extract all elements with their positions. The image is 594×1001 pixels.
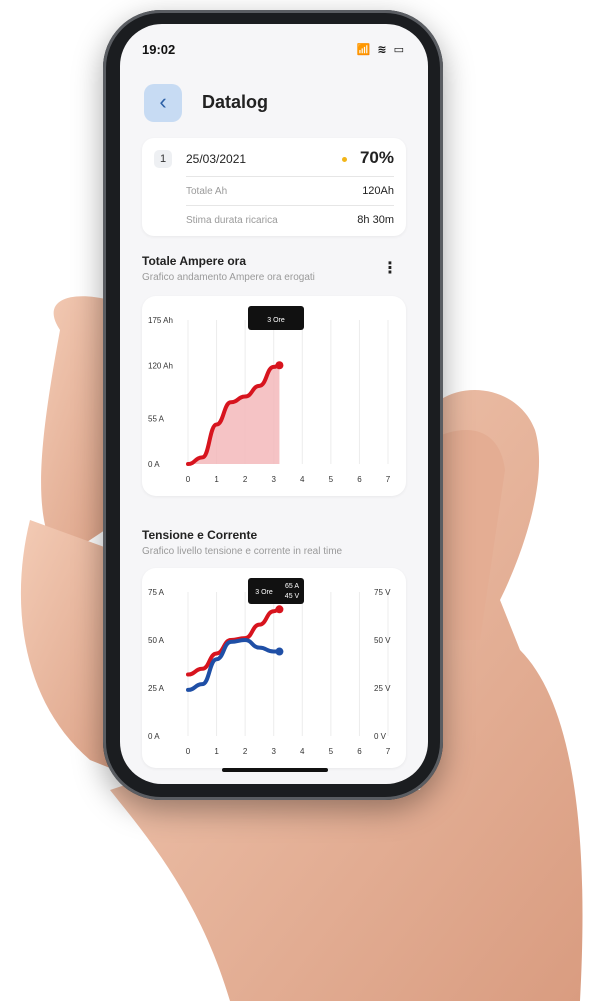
y-tick-label-left: 50 A	[148, 636, 165, 645]
chart-card-ah: 0 1 2 3 4 5 6 7 0 A 55 A 120 Ah 175 Ah 3 Ore	[142, 296, 406, 496]
y-tick-label: 55 A	[148, 415, 165, 424]
y-tick-label-right: 50 V	[374, 636, 391, 645]
x-tick-label: 7	[386, 475, 391, 484]
y-tick-label-left: 25 A	[148, 684, 165, 693]
page-title: Datalog	[202, 92, 269, 112]
row-label-estimate: Stima durata ricarica	[186, 215, 278, 226]
tooltip-label: 3 Ore	[267, 317, 285, 324]
chart-card-vc: 0 1 2 3 4 5 6 7 0 A 25 A 50 A 75 A 0 V 25 V 50 V 75 V 3 …	[142, 568, 406, 768]
divider	[186, 205, 394, 206]
charge-percent: 70%	[359, 148, 394, 167]
x-tick-label: 7	[386, 747, 391, 756]
status-dot	[342, 157, 347, 162]
x-tick-label: 2	[243, 475, 248, 484]
x-tick-label: 5	[329, 747, 334, 756]
home-indicator[interactable]	[222, 768, 328, 772]
y-tick-label: 120 Ah	[148, 361, 173, 370]
section-title-ah: Totale Ampere ora	[142, 254, 247, 268]
chart-vc: 0 1 2 3 4 5 6 7 0 A 25 A 50 A 75 A 0 V 25 V 50 V 75 V 3 …	[148, 578, 391, 756]
chevron-left-icon: ‹	[159, 89, 167, 114]
y-tick-label-left: 75 A	[148, 588, 165, 597]
x-tick-label: 0	[186, 475, 191, 484]
x-tick-label: 1	[214, 747, 219, 756]
tooltip-value-voltage: 45 V	[285, 593, 300, 600]
y-tick-label: 0 A	[148, 460, 160, 469]
row-label-total-ah: Totale Ah	[186, 186, 228, 197]
x-tick-label: 3	[271, 475, 276, 484]
x-tick-label: 1	[214, 475, 219, 484]
series-line	[186, 637, 282, 692]
tooltip-value-current: 65 A	[285, 583, 299, 590]
x-tick-label: 4	[300, 475, 305, 484]
status-time: 19:02	[142, 42, 176, 57]
back-button[interactable]: ‹	[144, 84, 182, 122]
row-value-total-ah: 120Ah	[362, 185, 394, 197]
chart-ah: 0 1 2 3 4 5 6 7 0 A 55 A 120 Ah 175 Ah 3 Ore	[148, 306, 391, 484]
x-tick-label: 6	[357, 475, 362, 484]
status-bar: 19:02 📶 ≋ ▭	[142, 42, 406, 58]
x-tick-label: 2	[243, 747, 248, 756]
phone-screen: 19:02 📶 ≋ ▭ ‹ Datalog 1 25/03/2021 70% T…	[120, 24, 428, 784]
record-index: 1	[154, 150, 172, 168]
section-subtitle-ah: Grafico andamento Ampere ora erogati	[142, 272, 315, 283]
summary-card[interactable]: 1 25/03/2021 70% Totale Ah 120Ah Stima d…	[142, 138, 406, 236]
section-subtitle-vc: Grafico livello tensione e corrente in r…	[142, 546, 343, 557]
y-tick-label-right: 0 V	[374, 732, 387, 741]
y-tick-label: 175 Ah	[148, 316, 173, 325]
y-tick-label-right: 75 V	[374, 588, 391, 597]
row-value-estimate: 8h 30m	[357, 214, 394, 226]
data-point	[275, 361, 284, 370]
x-tick-label: 3	[271, 747, 276, 756]
status-icons: 📶 ≋ ▭	[356, 44, 406, 56]
data-point	[275, 647, 284, 656]
x-tick-label: 4	[300, 747, 305, 756]
data-point	[275, 605, 284, 614]
section-title-vc: Tensione e Corrente	[142, 528, 258, 542]
divider	[186, 176, 394, 177]
more-options-icon[interactable]: ⋮	[382, 258, 398, 278]
y-tick-label-right: 25 V	[374, 684, 391, 693]
x-tick-label: 6	[357, 747, 362, 756]
x-tick-label: 0	[186, 747, 191, 756]
record-date: 25/03/2021	[186, 152, 247, 166]
x-tick-label: 5	[329, 475, 334, 484]
tooltip-label: 3 Ore	[255, 589, 273, 596]
y-tick-label-left: 0 A	[148, 732, 160, 741]
